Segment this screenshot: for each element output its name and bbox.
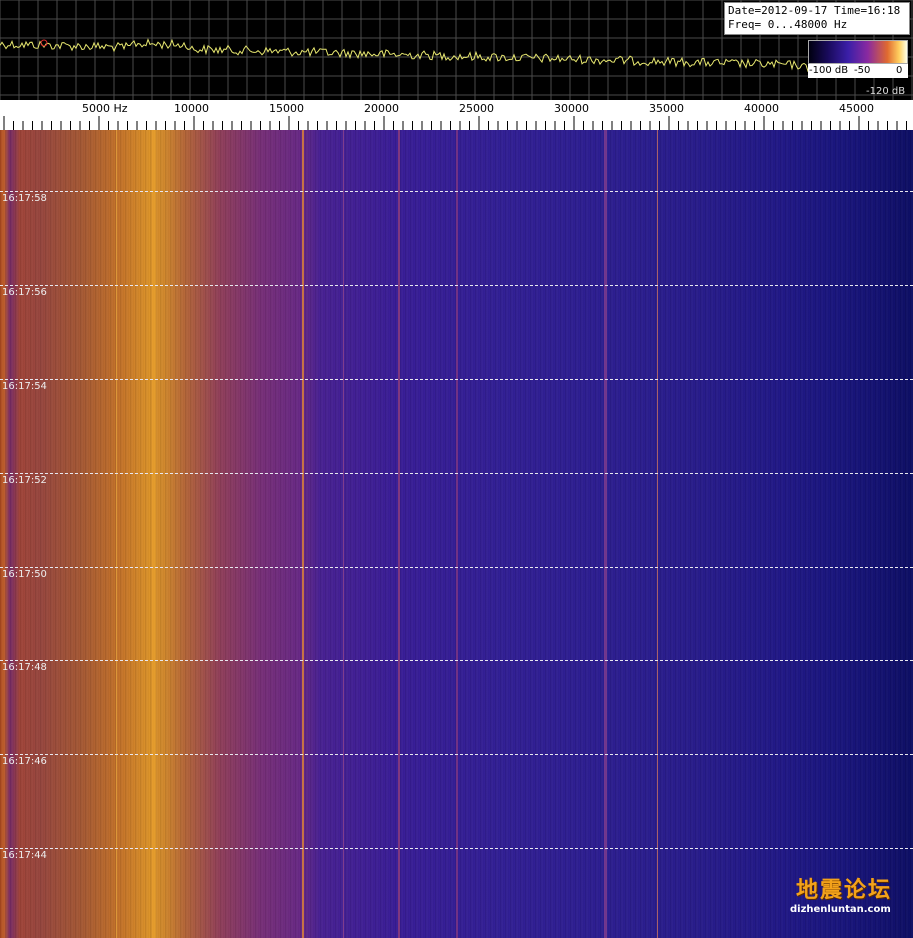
colorbar: -100 dB -50 0 bbox=[808, 40, 908, 78]
freq-label: 35000 bbox=[649, 102, 684, 115]
colorbar-label-high: 0 bbox=[896, 65, 903, 76]
peak-marker-icon bbox=[40, 39, 48, 47]
date-time-text: Date=2012-09-17 Time=16:18 bbox=[728, 4, 901, 17]
time-label: 16:17:44 bbox=[2, 850, 47, 861]
time-label: 16:17:56 bbox=[2, 287, 47, 298]
time-gridline bbox=[0, 754, 913, 755]
time-label: 16:17:46 bbox=[2, 756, 47, 767]
watermark-title: 地震论坛 bbox=[796, 877, 893, 903]
freq-label: 30000 bbox=[554, 102, 589, 115]
time-label: 16:17:48 bbox=[2, 662, 47, 673]
freq-label: 40000 bbox=[744, 102, 779, 115]
info-box: Date=2012-09-17 Time=16:18 Freq= 0...480… bbox=[724, 2, 910, 35]
freq-label: 45000 bbox=[839, 102, 874, 115]
time-gridline bbox=[0, 285, 913, 286]
spectrum-panel: Date=2012-09-17 Time=16:18 Freq= 0...480… bbox=[0, 0, 913, 100]
carrier-line bbox=[604, 130, 607, 938]
colorbar-label-low: -100 dB bbox=[809, 65, 849, 76]
db-floor-label: -120 dB bbox=[866, 86, 906, 97]
time-gridline bbox=[0, 848, 913, 849]
carrier-line bbox=[343, 130, 344, 938]
carrier-line bbox=[302, 130, 304, 938]
time-gridline bbox=[0, 473, 913, 474]
carrier-line bbox=[657, 130, 658, 938]
time-gridline bbox=[0, 567, 913, 568]
time-label: 16:17:54 bbox=[2, 381, 47, 392]
time-gridline bbox=[0, 379, 913, 380]
freq-label: 15000 bbox=[269, 102, 304, 115]
time-gridline bbox=[0, 191, 913, 192]
watermark-logo: 地震论坛 dizhenluntan.com bbox=[790, 872, 910, 922]
colorbar-gradient bbox=[808, 40, 908, 64]
time-label: 16:17:52 bbox=[2, 475, 47, 486]
freq-label: 20000 bbox=[364, 102, 399, 115]
freq-range-text: Freq= 0...48000 Hz bbox=[728, 18, 848, 31]
freq-label: 25000 bbox=[459, 102, 494, 115]
watermark-url: dizhenluntan.com bbox=[790, 904, 891, 915]
freq-label: 5000 Hz bbox=[82, 102, 128, 115]
carrier-line bbox=[116, 130, 117, 938]
freq-label: 10000 bbox=[174, 102, 209, 115]
time-gridline bbox=[0, 660, 913, 661]
colorbar-labels: -100 dB -50 0 bbox=[808, 64, 908, 78]
waterfall-spectrogram: 16:17:58 16:17:56 16:17:54 16:17:52 16:1… bbox=[0, 130, 913, 938]
frequency-axis: 5000 Hz 10000 15000 20000 25000 30000 35… bbox=[0, 100, 913, 130]
colorbar-label-mid: -50 bbox=[854, 65, 871, 76]
time-label: 16:17:58 bbox=[2, 193, 47, 204]
carrier-line bbox=[456, 130, 458, 938]
time-label: 16:17:50 bbox=[2, 569, 47, 580]
carrier-line bbox=[152, 130, 156, 938]
carrier-line bbox=[398, 130, 400, 938]
